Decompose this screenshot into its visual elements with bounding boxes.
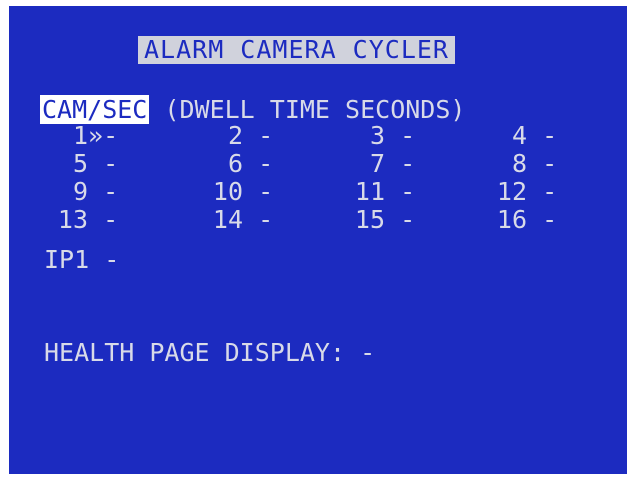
dwell-value[interactable]: - xyxy=(542,149,557,178)
dwell-value[interactable]: - xyxy=(258,177,273,206)
camera-row: 5 - 6 - 7 - 8 - xyxy=(9,150,627,178)
dwell-value[interactable]: - xyxy=(542,177,557,206)
camera-dwell-cell-9[interactable]: 9 - xyxy=(40,178,118,206)
dwell-value[interactable]: - xyxy=(103,205,118,234)
column-header: CAM/SEC (DWELL TIME SECONDS) xyxy=(40,95,466,124)
camera-dwell-cell-14[interactable]: 14 - xyxy=(195,206,273,234)
dwell-value[interactable]: - xyxy=(104,245,119,274)
camera-number: 15 xyxy=(354,205,385,234)
health-page-display[interactable]: HEALTH PAGE DISPLAY: - xyxy=(44,339,375,367)
dwell-value[interactable]: - xyxy=(258,121,273,150)
separator xyxy=(243,121,258,150)
separator xyxy=(385,177,400,206)
cam-sec-selected-field[interactable]: CAM/SEC xyxy=(40,95,150,124)
dwell-value[interactable]: - xyxy=(258,205,273,234)
dwell-value[interactable]: - xyxy=(103,149,118,178)
camera-dwell-cell-13[interactable]: 13 - xyxy=(40,206,118,234)
dwell-value[interactable]: - xyxy=(400,177,415,206)
camera-dwell-cell-6[interactable]: 6 - xyxy=(195,150,273,178)
camera-dwell-cell-4[interactable]: 4 - xyxy=(479,122,557,150)
camera-dwell-cell-15[interactable]: 15 - xyxy=(337,206,415,234)
separator xyxy=(243,205,258,234)
separator xyxy=(527,121,542,150)
camera-row: 13 - 14 - 15 - 16 - xyxy=(9,206,627,234)
dwell-value[interactable]: - xyxy=(542,205,557,234)
separator xyxy=(385,121,400,150)
camera-dwell-cell-11[interactable]: 11 - xyxy=(337,178,415,206)
separator xyxy=(527,205,542,234)
camera-dwell-cell-2[interactable]: 2 - xyxy=(195,122,273,150)
camera-dwell-cell-1[interactable]: 1»- xyxy=(40,122,118,150)
camera-number: 6 xyxy=(227,149,243,178)
separator xyxy=(88,149,103,178)
camera-number: 1 xyxy=(72,121,88,150)
dwell-value[interactable]: - xyxy=(258,149,273,178)
health-page-value[interactable]: - xyxy=(360,338,375,367)
camera-row: 1»- 2 - 3 - 4 - xyxy=(9,122,627,150)
health-page-label: HEALTH PAGE DISPLAY: xyxy=(44,338,346,367)
camera-number: 10 xyxy=(212,177,243,206)
camera-dwell-cell-7[interactable]: 7 - xyxy=(337,150,415,178)
camera-dwell-cell-5[interactable]: 5 - xyxy=(40,150,118,178)
camera-dwell-cell-12[interactable]: 12 - xyxy=(479,178,557,206)
camera-number: 7 xyxy=(369,149,385,178)
camera-number: 3 xyxy=(369,121,385,150)
dwell-time-description: (DWELL TIME SECONDS) xyxy=(164,95,466,124)
separator xyxy=(527,149,542,178)
dwell-value[interactable]: - xyxy=(103,121,118,150)
separator xyxy=(88,177,103,206)
camera-number: 11 xyxy=(354,177,385,206)
camera-dwell-cell-16[interactable]: 16 - xyxy=(479,206,557,234)
camera-number: 12 xyxy=(496,177,527,206)
camera-dwell-cell-3[interactable]: 3 - xyxy=(337,122,415,150)
separator xyxy=(527,177,542,206)
dwell-value[interactable]: - xyxy=(400,121,415,150)
ip-camera-label: IP1 xyxy=(44,245,90,274)
camera-number: 8 xyxy=(511,149,527,178)
dwell-value[interactable]: - xyxy=(400,205,415,234)
camera-dwell-cell-10[interactable]: 10 - xyxy=(195,178,273,206)
camera-dwell-grid: 1»- 2 - 3 - 4 - 5 - 6 - 7 - 8 - 9 - 10 -… xyxy=(9,122,627,234)
dwell-value[interactable]: - xyxy=(400,149,415,178)
camera-number: 4 xyxy=(511,121,527,150)
separator xyxy=(385,205,400,234)
ip-camera-dwell[interactable]: IP1 - xyxy=(44,246,119,274)
separator xyxy=(88,205,103,234)
camera-number: 14 xyxy=(212,205,243,234)
camera-number: 5 xyxy=(72,149,88,178)
menu-title: ALARM CAMERA CYCLER xyxy=(138,36,455,64)
camera-dwell-cell-8[interactable]: 8 - xyxy=(479,150,557,178)
separator xyxy=(243,149,258,178)
camera-number: 16 xyxy=(496,205,527,234)
separator xyxy=(385,149,400,178)
dwell-value[interactable]: - xyxy=(103,177,118,206)
camera-row: 9 - 10 - 11 - 12 - xyxy=(9,178,627,206)
camera-number: 9 xyxy=(72,177,88,206)
dvr-menu-screen: ALARM CAMERA CYCLER CAM/SEC (DWELL TIME … xyxy=(9,6,627,474)
dwell-value[interactable]: - xyxy=(542,121,557,150)
camera-number: 13 xyxy=(57,205,88,234)
cursor-indicator: » xyxy=(88,121,104,150)
camera-number: 2 xyxy=(227,121,243,150)
separator xyxy=(243,177,258,206)
